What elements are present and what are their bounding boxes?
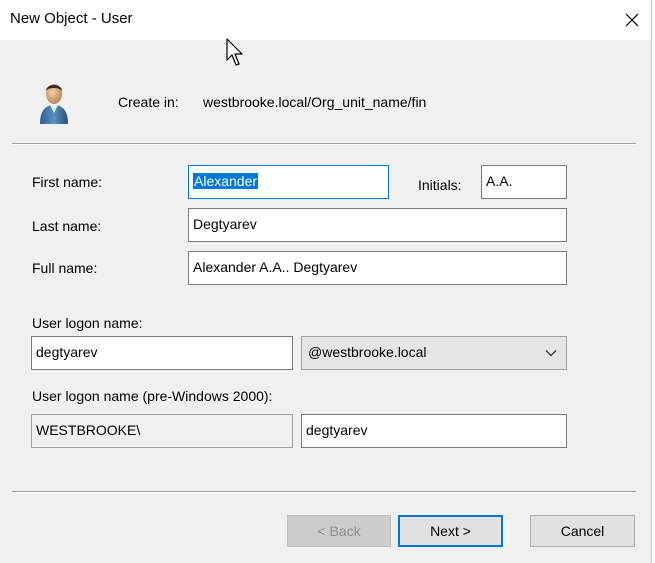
cancel-button[interactable]: Cancel [530,515,635,547]
title-bar: New Object - User [0,0,655,40]
next-button[interactable]: Next > [398,515,503,547]
window-edge [651,0,655,563]
last-name-value: Degtyarev [193,216,257,232]
chevron-down-icon [545,350,557,357]
pre2000-domain-field: WESTBROOKE\ [31,414,293,448]
first-name-field[interactable]: Alexander [188,165,389,199]
initials-label: Initials: [418,177,462,193]
last-name-label: Last name: [32,218,102,234]
logon-name-value: degtyarev [36,344,98,360]
logon-name-field[interactable]: degtyarev [31,336,293,370]
create-in-label: Create in: [118,94,179,110]
full-name-label: Full name: [32,260,98,276]
mouse-cursor-icon [226,38,243,66]
pre2000-name-value: degtyarev [306,422,368,438]
separator-bottom [12,491,636,493]
pre2000-label: User logon name (pre-Windows 2000): [32,388,273,404]
separator-top [12,143,636,145]
domain-suffix-select[interactable]: @westbrooke.local [301,336,567,370]
pre2000-name-field[interactable]: degtyarev [301,414,567,448]
initials-value: A.A. [486,173,513,189]
pre2000-domain-value: WESTBROOKE\ [36,422,141,438]
back-button[interactable]: < Back [287,515,391,547]
full-name-value: Alexander A.A.. Degtyarev [193,259,358,275]
first-name-value: Alexander [193,173,259,189]
close-button[interactable] [609,0,655,40]
domain-suffix-value: @westbrooke.local [308,344,427,360]
initials-field[interactable]: A.A. [481,165,567,199]
user-icon [40,84,68,124]
create-in-path: westbrooke.local/Org_unit_name/fin [203,94,427,110]
first-name-label: First name: [32,174,103,190]
full-name-field[interactable]: Alexander A.A.. Degtyarev [188,251,567,285]
last-name-field[interactable]: Degtyarev [188,208,567,242]
window-title: New Object - User [10,10,133,27]
close-icon [625,13,639,27]
logon-name-label: User logon name: [32,315,143,331]
dialog-body [0,40,651,563]
